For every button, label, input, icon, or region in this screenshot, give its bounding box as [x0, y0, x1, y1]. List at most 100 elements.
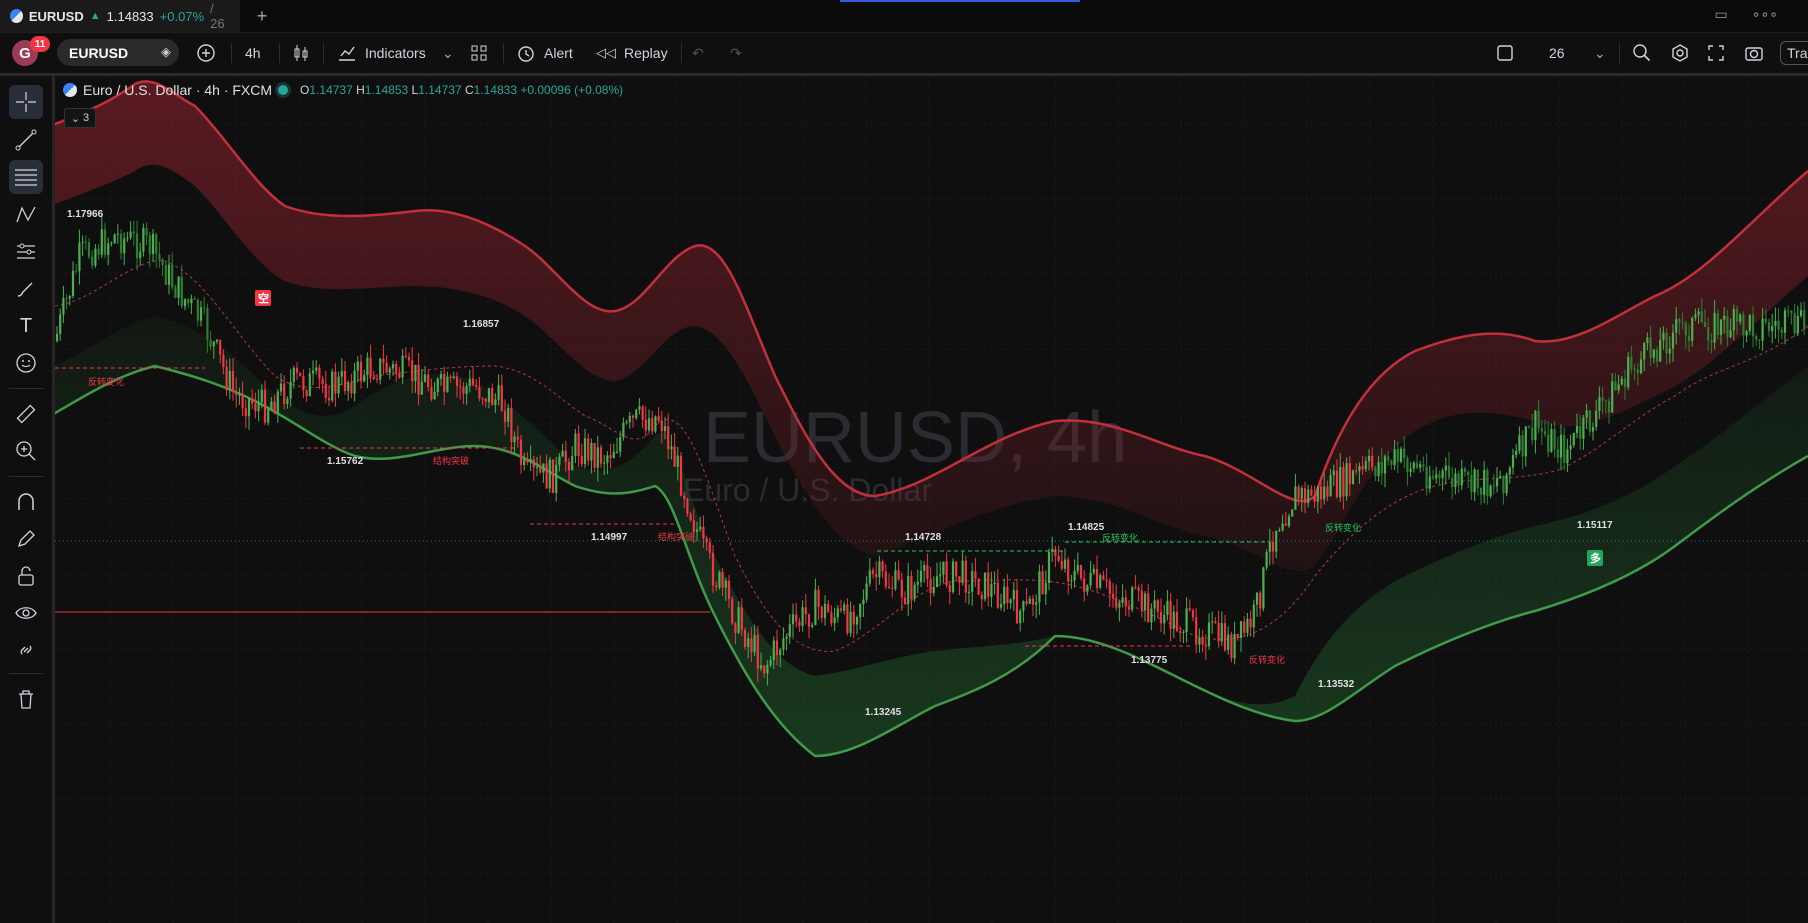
up-arrow-icon: ▲: [89, 10, 101, 22]
candle-body: [276, 391, 279, 414]
text-tool-icon[interactable]: T: [9, 309, 43, 343]
trade-button[interactable]: Tra: [1780, 33, 1808, 73]
indicators-icon: [339, 46, 355, 61]
structure-annotation: 反转变化: [1325, 522, 1361, 533]
legend-title[interactable]: Euro / U.S. Dollar · 4h · FXCM: [83, 82, 272, 98]
crosshair-icon[interactable]: [9, 85, 43, 119]
monitor-icon[interactable]: ▭: [1714, 6, 1727, 23]
candle-body: [545, 463, 548, 489]
zoom-in-icon[interactable]: [9, 434, 43, 468]
candle-body: [379, 358, 382, 380]
candle-body: [1390, 460, 1393, 465]
candle-body: [1332, 470, 1335, 476]
chart-tab[interactable]: EURUSD ▲ 1.14833 +0.07% / 26: [0, 0, 240, 32]
candle-body: [84, 241, 87, 243]
layout-count[interactable]: 26: [1549, 33, 1565, 73]
symbol-search[interactable]: EURUSD ◈: [57, 39, 179, 66]
compare-plus-icon[interactable]: [196, 33, 216, 73]
candle-body: [1230, 634, 1233, 659]
fib-lines-icon[interactable]: [9, 160, 43, 194]
candle-body: [465, 386, 468, 394]
candle-body: [228, 370, 231, 391]
candle-body: [289, 381, 292, 399]
candles-icon[interactable]: [292, 33, 310, 73]
indicators-button[interactable]: Indicators: [337, 33, 426, 73]
ruler-icon[interactable]: [9, 397, 43, 431]
more-options-icon[interactable]: ∘∘∘: [1752, 6, 1778, 23]
eye-icon[interactable]: [9, 596, 43, 630]
trash-icon[interactable]: [9, 682, 43, 716]
candle-body: [1313, 495, 1316, 502]
interval-button[interactable]: 4h: [245, 33, 261, 73]
candle-body: [1582, 417, 1585, 439]
candle-body: [987, 572, 990, 597]
candle-body: [747, 638, 750, 647]
candle-body: [193, 298, 196, 300]
candle-body: [958, 576, 961, 583]
candle-body: [1159, 611, 1163, 624]
prediction-icon[interactable]: [9, 235, 43, 269]
pattern-icon[interactable]: [9, 198, 43, 232]
candle-body: [443, 373, 446, 392]
candle-body: [1569, 445, 1572, 450]
magnet-icon[interactable]: [9, 485, 43, 519]
emoji-icon[interactable]: [9, 346, 43, 380]
candle-body: [1006, 586, 1009, 603]
alert-button[interactable]: Alert: [516, 33, 573, 73]
candle-body: [852, 611, 855, 625]
indicators-collapse-button[interactable]: ⌄ 3: [64, 108, 96, 128]
camera-snapshot-icon[interactable]: [1744, 33, 1764, 73]
chart-pane[interactable]: EURUSD, 4h Euro / U.S. Dollar 1.179661.1…: [55, 76, 1808, 923]
candle-body: [1447, 465, 1451, 478]
candle-body: [439, 373, 443, 379]
candle-body: [1601, 397, 1604, 401]
candle-body: [1294, 486, 1297, 510]
trend-line-icon[interactable]: [9, 123, 43, 157]
candle-body: [1441, 470, 1444, 479]
candle-body: [1531, 427, 1534, 441]
indicators-dropdown-chevron-down-icon[interactable]: ⌄: [442, 33, 454, 73]
candle-body: [846, 604, 849, 634]
candle-body: [667, 426, 670, 450]
settings-gear-icon[interactable]: [1670, 33, 1690, 73]
candle-body: [897, 570, 900, 580]
candle-body: [295, 367, 299, 373]
brush-icon[interactable]: [9, 272, 43, 306]
candle-body: [836, 608, 839, 618]
candle-body: [1015, 590, 1019, 624]
candle-body: [1678, 319, 1681, 323]
candle-body: [657, 416, 660, 421]
quick-search-icon[interactable]: [1632, 33, 1652, 73]
signal-marker: 多: [1587, 550, 1603, 566]
replay-button[interactable]: ◁◁ Replay: [596, 33, 668, 73]
layouts-grid-icon[interactable]: [470, 33, 488, 73]
candle-body: [711, 552, 715, 586]
layout-square-icon[interactable]: [1496, 33, 1514, 73]
candle-body: [1364, 461, 1367, 470]
candle-body: [1262, 567, 1265, 609]
candle-body: [686, 499, 689, 514]
new-tab-plus-icon[interactable]: +: [252, 6, 272, 26]
candle-body: [955, 561, 958, 577]
undo-icon[interactable]: ↶: [692, 33, 704, 73]
diamond-icon[interactable]: ◈: [161, 44, 171, 60]
candle-body: [1255, 592, 1259, 605]
candle-body: [724, 580, 727, 588]
candle-body: [1716, 313, 1719, 335]
candle-body: [363, 375, 366, 382]
link-icon[interactable]: [9, 633, 43, 667]
avatar[interactable]: G 11: [12, 36, 50, 66]
candle-body: [260, 389, 263, 402]
fullscreen-icon[interactable]: [1707, 33, 1725, 73]
candle-body: [561, 450, 564, 457]
candle-body: [1111, 593, 1115, 599]
candle-body: [1415, 462, 1419, 468]
price-chart[interactable]: EURUSD, 4h Euro / U.S. Dollar 1.179661.1…: [55, 76, 1808, 923]
candle-body: [1511, 455, 1515, 468]
lock-drawings-pencil-icon[interactable]: [9, 522, 43, 556]
redo-icon[interactable]: ↷: [730, 33, 742, 73]
candle-body: [206, 308, 209, 340]
unlock-icon[interactable]: [9, 559, 43, 593]
layout-chevron-down-icon[interactable]: ⌄: [1594, 33, 1606, 73]
candle-body: [1060, 560, 1063, 569]
